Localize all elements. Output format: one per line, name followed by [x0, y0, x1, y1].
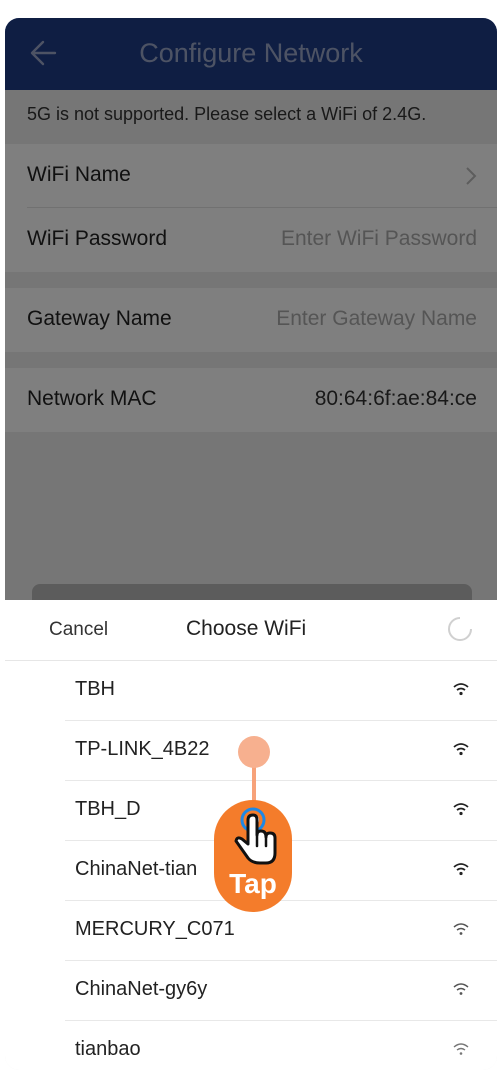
wifi-network-name: ChinaNet-gy6y [75, 978, 208, 1000]
wifi-network-name: TBH_D [75, 798, 141, 820]
tap-label: Tap [229, 868, 277, 899]
modal-overlay[interactable] [5, 18, 497, 600]
wifi-list-item[interactable]: TP-LINK_4B22 [65, 720, 497, 781]
wifi-list-item[interactable]: tianbao [65, 1020, 497, 1070]
wifi-signal-icon [453, 683, 469, 696]
wifi-list-item[interactable]: TBH [65, 660, 497, 721]
wifi-signal-icon [453, 1043, 469, 1055]
wifi-list-item[interactable]: MERCURY_C071 [65, 900, 497, 961]
wifi-network-name: tianbao [75, 1038, 141, 1060]
sheet-title: Choose WiFi [186, 617, 307, 640]
wifi-network-name: TBH [75, 678, 115, 700]
cancel-button[interactable]: Cancel [49, 619, 108, 641]
tap-target-dot [238, 736, 270, 768]
wifi-network-name: TP-LINK_4B22 [75, 738, 210, 760]
hand-pointer-icon [234, 807, 277, 865]
sheet-header: Cancel Choose WiFi [5, 600, 497, 661]
wifi-signal-icon [453, 923, 469, 935]
wifi-signal-icon [453, 983, 469, 995]
wifi-list-item[interactable]: ChinaNet-gy6y [65, 960, 497, 1021]
phone-screen: Configure Network 5G is not supported. P… [5, 18, 497, 1070]
wifi-signal-icon [453, 863, 469, 876]
tap-hint-badge: Tap [214, 800, 292, 912]
wifi-network-name: MERCURY_C071 [75, 918, 235, 940]
wifi-network-name: ChinaNet-tian [75, 858, 198, 880]
wifi-signal-icon [453, 803, 469, 816]
loading-spinner-icon [448, 617, 472, 641]
wifi-signal-icon [453, 743, 469, 756]
